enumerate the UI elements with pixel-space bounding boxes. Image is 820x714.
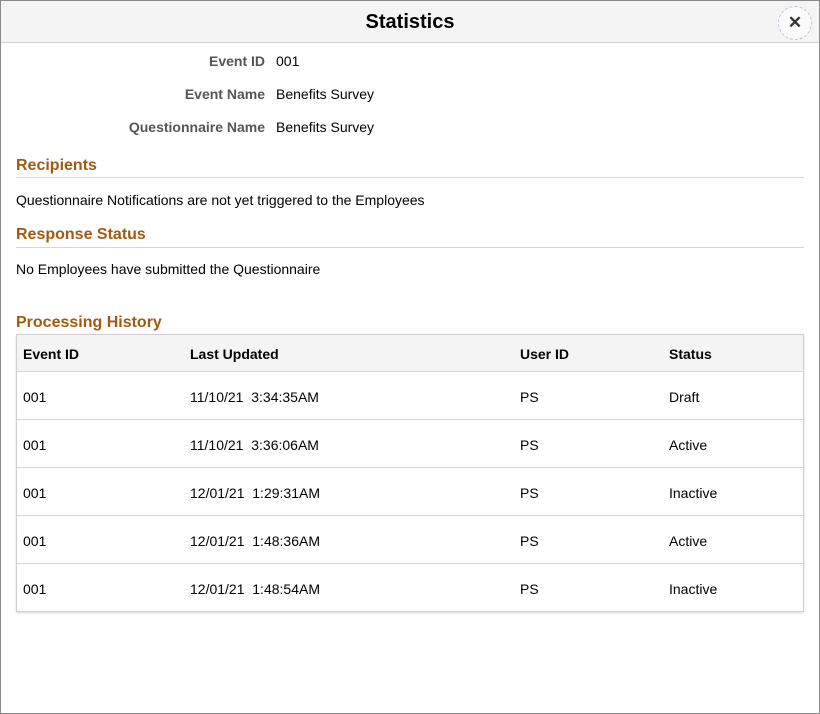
row-status: Draft [669, 389, 700, 405]
questionnaire-name-value: Benefits Survey [276, 119, 375, 135]
row-status: Inactive [669, 485, 718, 501]
event-name-value: Benefits Survey [276, 86, 375, 102]
event-id-label: Event ID [208, 53, 265, 69]
close-icon: ✕ [787, 13, 803, 32]
column-header-last-updated[interactable]: Last Updated [190, 346, 279, 362]
recipients-heading: Recipients [16, 157, 97, 174]
row-user-id: PS [520, 389, 539, 405]
row-status: Inactive [669, 581, 718, 597]
event-name-label: Event Name [184, 86, 265, 102]
row-user-id: PS [520, 485, 539, 501]
row-user-id: PS [520, 533, 539, 549]
column-header-event-id[interactable]: Event ID [23, 346, 79, 362]
response-status-heading: Response Status [16, 226, 146, 243]
event-id-value: 001 [276, 53, 300, 69]
row-user-id: PS [520, 437, 539, 453]
row-event-id: 001 [23, 485, 47, 501]
dialog-title-bar: Statistics ✕ [1, 1, 819, 43]
table-row: 001 11/10/21 3:34:35AM PS Draft [17, 372, 803, 420]
row-status: Active [669, 533, 708, 549]
processing-history-heading: Processing History [16, 314, 162, 331]
recipients-message: Questionnaire Notifications are not yet … [16, 192, 425, 208]
close-button[interactable]: ✕ [778, 6, 812, 40]
processing-history-grid: Event ID Last Updated User ID Status 001… [16, 334, 804, 612]
table-row: 001 12/01/21 1:29:31AM PS Inactive [17, 468, 803, 516]
row-event-id: 001 [23, 581, 47, 597]
row-user-id: PS [520, 581, 539, 597]
row-event-id: 001 [23, 533, 47, 549]
table-row: 001 11/10/21 3:36:06AM PS Active [17, 420, 803, 468]
column-header-status[interactable]: Status [669, 346, 712, 362]
column-header-user-id[interactable]: User ID [520, 346, 569, 362]
row-last-updated: 12/01/21 1:48:36AM [190, 533, 320, 549]
questionnaire-name-label: Questionnaire Name [128, 119, 265, 135]
row-last-updated: 11/10/21 3:36:06AM [190, 437, 319, 453]
response-status-divider [16, 247, 804, 248]
grid-header-row: Event ID Last Updated User ID Status [17, 335, 803, 372]
recipients-divider [16, 177, 804, 178]
row-status: Active [669, 437, 708, 453]
row-event-id: 001 [23, 389, 47, 405]
table-row: 001 12/01/21 1:48:36AM PS Active [17, 516, 803, 564]
row-last-updated: 11/10/21 3:34:35AM [190, 389, 319, 405]
row-event-id: 001 [23, 437, 47, 453]
row-last-updated: 12/01/21 1:48:54AM [190, 581, 320, 597]
table-row: 001 12/01/21 1:48:54AM PS Inactive [17, 564, 803, 611]
response-status-message: No Employees have submitted the Question… [16, 261, 321, 277]
row-last-updated: 12/01/21 1:29:31AM [190, 485, 320, 501]
statistics-dialog: Statistics ✕ Event ID 001 Event Name Ben… [0, 0, 820, 714]
dialog-title: Statistics [365, 11, 455, 33]
